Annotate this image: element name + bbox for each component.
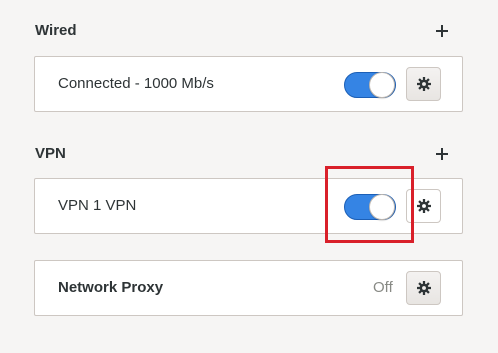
network-proxy-row[interactable]: Network Proxy Off <box>34 260 463 316</box>
wired-section-title: Wired <box>35 22 77 39</box>
wired-section-header: Wired <box>35 20 453 42</box>
gear-icon <box>416 77 431 91</box>
vpn-connection-toggle[interactable] <box>344 194 396 220</box>
plus-icon <box>436 25 448 37</box>
vpn-settings-button[interactable] <box>406 189 441 223</box>
plus-icon <box>436 148 448 160</box>
gear-icon <box>416 281 431 295</box>
network-proxy-status: Off <box>373 279 393 296</box>
toggle-knob <box>369 72 395 98</box>
vpn-connection-row: VPN 1 VPN <box>34 178 463 234</box>
add-vpn-button[interactable] <box>431 143 453 165</box>
vpn-connection-label: VPN 1 VPN <box>58 197 137 214</box>
wired-connection-label: Connected - 1000 Mb/s <box>58 75 214 92</box>
proxy-settings-button[interactable] <box>406 271 441 305</box>
vpn-section-title: VPN <box>35 145 66 162</box>
wired-settings-button[interactable] <box>406 67 441 101</box>
wired-connection-row: Connected - 1000 Mb/s <box>34 56 463 112</box>
wired-connection-toggle[interactable] <box>344 72 396 98</box>
add-wired-button[interactable] <box>431 20 453 42</box>
gear-icon <box>416 199 431 213</box>
vpn-section-header: VPN <box>35 143 453 165</box>
network-proxy-label: Network Proxy <box>58 279 164 296</box>
toggle-knob <box>369 194 395 220</box>
